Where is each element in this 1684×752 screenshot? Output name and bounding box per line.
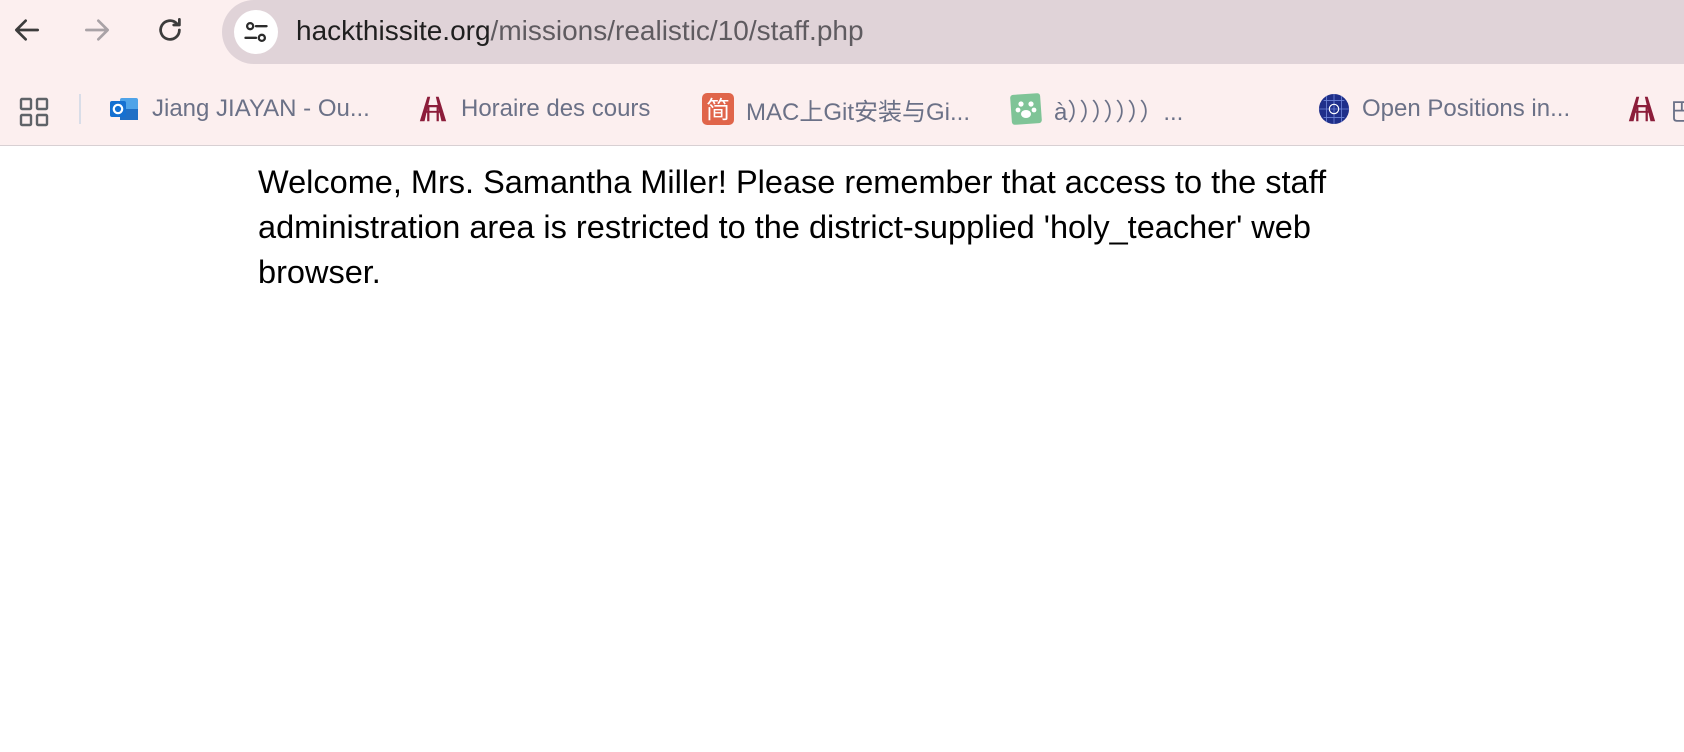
bookmark-open-positions[interactable]: Open Positions in... — [1318, 92, 1570, 126]
bookmark-label: à）））））））... — [1054, 98, 1184, 126]
paw-icon — [1010, 93, 1042, 125]
bookmark-label: Jiang JIAYAN - Ou... — [152, 95, 370, 122]
bookmark-label: MAC上Git安装与Gi... — [746, 98, 971, 126]
reload-icon — [159, 18, 181, 41]
jianshu-icon: 简 — [702, 93, 734, 125]
university-logo-icon — [417, 93, 449, 125]
bookmark-outlook[interactable]: Jiang JIAYAN - Ou... — [108, 92, 370, 126]
arrow-left-icon — [14, 19, 39, 41]
bookmark-label: Horaire des cours — [461, 95, 651, 122]
back-button[interactable] — [7, 10, 47, 50]
bookmark-paw[interactable]: à）））））））... — [1010, 92, 1183, 126]
apps-grid-icon — [19, 97, 49, 127]
url-text[interactable]: hackthissite.org/missions/realistic/10/s… — [296, 0, 864, 62]
university-logo-icon — [1626, 93, 1658, 125]
page-content: Welcome, Mrs. Samantha Miller! Please re… — [258, 160, 1398, 295]
browser-toolbar: hackthissite.org/missions/realistic/10/s… — [0, 0, 1684, 64]
arrow-right-icon — [85, 19, 109, 41]
address-bar[interactable]: hackthissite.org/missions/realistic/10/s… — [222, 0, 1684, 64]
toolbar-divider — [0, 145, 1684, 146]
bookmark-label: Open Positions in... — [1362, 95, 1571, 122]
tune-icon — [244, 21, 268, 43]
svg-text:简: 简 — [706, 96, 730, 124]
bookmark-jianshu[interactable]: 简 MAC上Git安装与Gi... — [702, 92, 970, 126]
globe-grid-icon — [1318, 93, 1350, 125]
bookmark-horaire[interactable]: Horaire des cours — [417, 92, 650, 126]
reload-button[interactable] — [150, 10, 190, 50]
site-info-button[interactable] — [234, 10, 278, 54]
apps-button[interactable] — [18, 96, 50, 133]
welcome-message: Welcome, Mrs. Samantha Miller! Please re… — [258, 164, 1327, 290]
forward-button[interactable] — [77, 10, 117, 50]
bookmarks-separator — [79, 94, 81, 124]
url-host: hackthissite.org — [296, 15, 491, 46]
bookmark-label: 巴 — [1670, 98, 1684, 126]
outlook-icon — [108, 93, 140, 125]
bookmark-university[interactable]: 巴 — [1626, 92, 1684, 126]
url-path: /missions/realistic/10/staff.php — [490, 15, 864, 46]
